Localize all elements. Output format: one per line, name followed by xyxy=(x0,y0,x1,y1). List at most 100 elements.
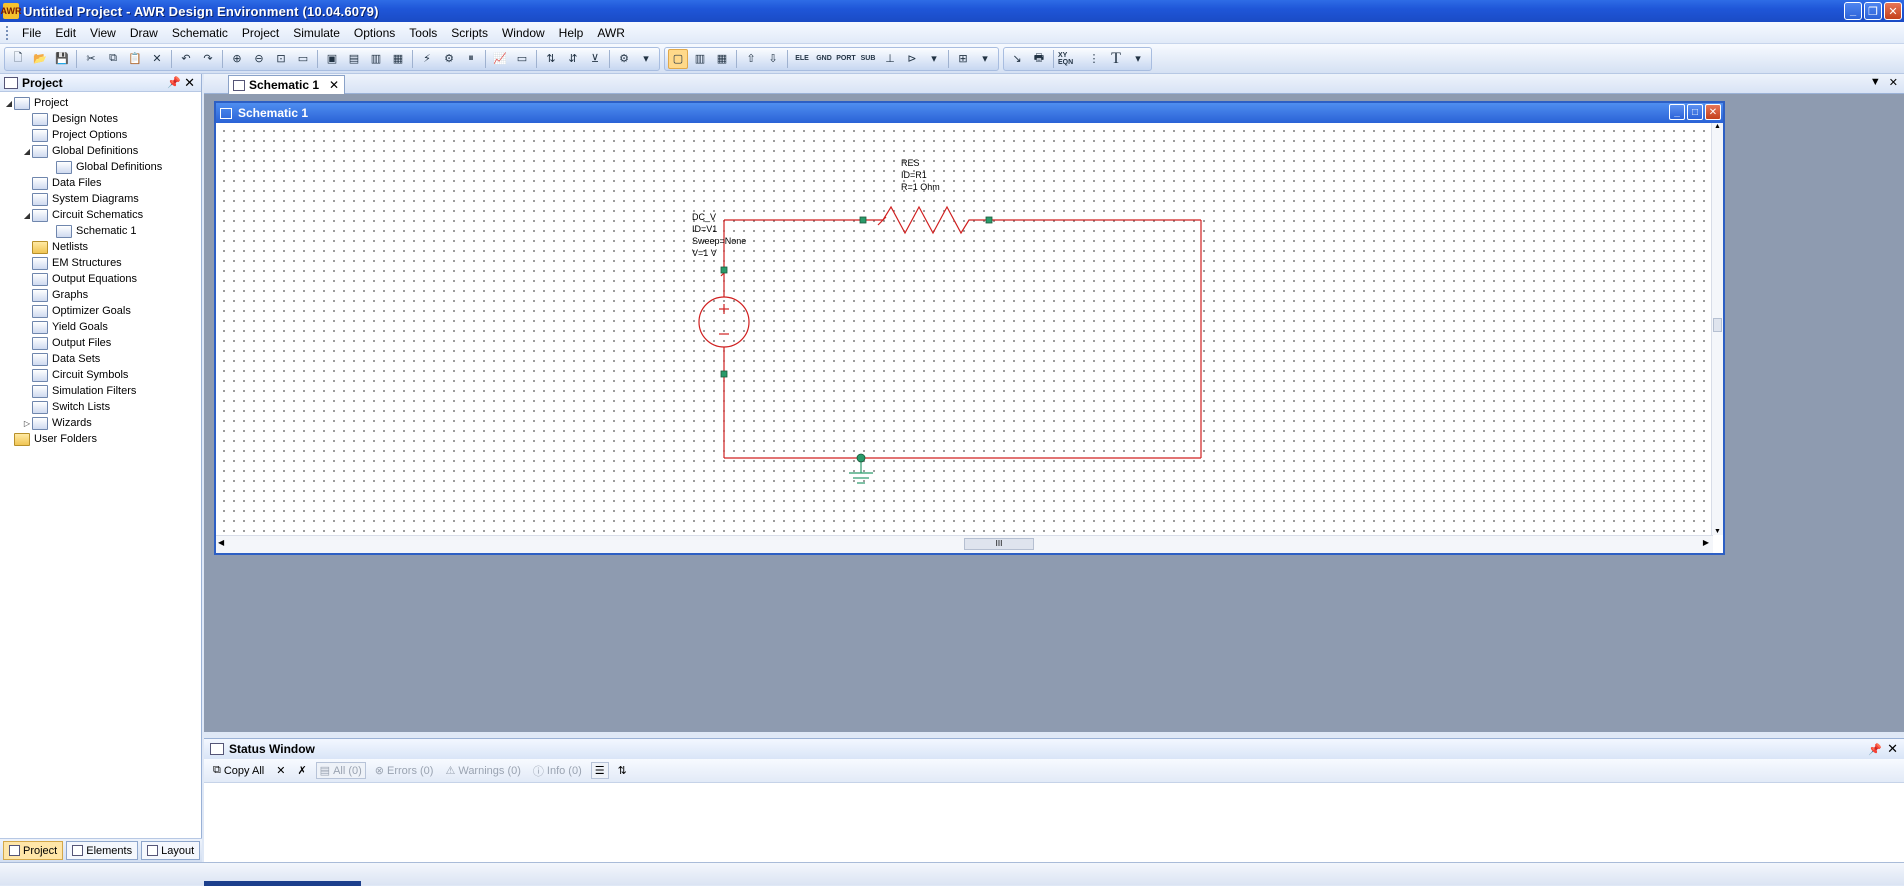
menu-options[interactable]: Options xyxy=(347,26,402,40)
tree-item-user-folders[interactable]: User Folders xyxy=(4,431,201,447)
minimize-button[interactable]: _ xyxy=(1844,2,1862,20)
subcircuit-icon[interactable]: SUB xyxy=(858,49,878,69)
filter-warnings-button[interactable]: ⚠ Warnings (0) xyxy=(442,763,523,778)
tree-item-output-files[interactable]: Output Files xyxy=(4,335,201,351)
scroll-thumb[interactable] xyxy=(1713,318,1722,332)
library-icon[interactable]: ⊞ xyxy=(953,49,973,69)
expand-icon[interactable]: ▷ xyxy=(22,419,32,428)
port-icon[interactable]: PORT xyxy=(836,49,856,69)
add-graph-icon[interactable]: ▦ xyxy=(388,49,408,69)
pin-icon[interactable]: 📌 xyxy=(167,76,181,89)
scroll-up-icon[interactable]: ▲ xyxy=(1712,123,1723,130)
resistor-label[interactable]: RES ID=R1 R=1 Ohm xyxy=(901,157,940,193)
delete-icon[interactable]: ✕ xyxy=(147,49,167,69)
resistor-r1[interactable] xyxy=(863,205,989,235)
close-icon[interactable]: ✕ xyxy=(1887,741,1898,757)
source-label[interactable]: DC_V ID=V1 Sweep=None V=1 V xyxy=(692,211,746,259)
window-tile-icon[interactable]: ▥ xyxy=(690,49,710,69)
maximize-button[interactable]: □ xyxy=(1687,104,1703,120)
tab-project[interactable]: Project xyxy=(3,841,64,860)
redo-icon[interactable]: ↷ xyxy=(198,49,218,69)
clear-all-button[interactable]: ✗ xyxy=(294,763,309,778)
menu-draw[interactable]: Draw xyxy=(123,26,165,40)
zoom-in-icon[interactable]: ⊕ xyxy=(227,49,247,69)
pin-icon[interactable]: 📌 xyxy=(1868,743,1882,756)
wire-tool-icon[interactable]: ↘ xyxy=(1007,49,1027,69)
tree-item-global-definitions[interactable]: ◢ Global Definitions xyxy=(4,143,201,159)
tab-list-dropdown-icon[interactable]: ▼ xyxy=(1870,76,1881,89)
add-system-icon[interactable]: ▤ xyxy=(344,49,364,69)
optimize-icon[interactable]: ⇵ xyxy=(563,49,583,69)
equation-icon[interactable]: XY EQN xyxy=(1058,49,1082,69)
tree-item-netlists[interactable]: Netlists xyxy=(4,239,201,255)
horizontal-scrollbar[interactable]: ◀ III ▶ xyxy=(216,535,1713,553)
menu-simulate[interactable]: Simulate xyxy=(286,26,347,40)
ground-icon[interactable]: GND xyxy=(814,49,834,69)
move-up-icon[interactable]: ⇧ xyxy=(741,49,761,69)
tab-layout[interactable]: Layout xyxy=(141,841,201,860)
yield-icon[interactable]: ⊻ xyxy=(585,49,605,69)
toolbar-overflow-icon[interactable]: ▾ xyxy=(636,49,656,69)
select-tool-icon[interactable]: ▢ xyxy=(668,48,688,69)
tab-elements[interactable]: Elements xyxy=(66,841,139,860)
ground-node[interactable] xyxy=(856,453,866,463)
zoom-fit-icon[interactable]: ⊡ xyxy=(271,49,291,69)
clear-button[interactable]: ✕ xyxy=(273,763,288,778)
open-folder-icon[interactable]: 📂 xyxy=(30,49,50,69)
source-pin-2[interactable] xyxy=(720,370,728,378)
copy-icon[interactable]: ⧉ xyxy=(103,49,123,69)
tune-icon[interactable]: ⚙ xyxy=(439,49,459,69)
tune-tool-icon[interactable]: ⇅ xyxy=(541,49,561,69)
shape-dropdown-icon[interactable]: ▾ xyxy=(924,49,944,69)
analyze-icon[interactable]: ⚡ xyxy=(417,49,437,69)
tab-schematic-1[interactable]: Schematic 1 ✕ xyxy=(228,75,346,94)
collapse-icon[interactable]: ◢ xyxy=(22,211,32,220)
tree-item-project-options[interactable]: Project Options xyxy=(4,127,201,143)
minimize-button[interactable]: _ xyxy=(1669,104,1685,120)
tree-item-design-notes[interactable]: Design Notes xyxy=(4,111,201,127)
undo-icon[interactable]: ↶ xyxy=(176,49,196,69)
close-icon[interactable]: ✕ xyxy=(184,75,195,91)
menu-view[interactable]: View xyxy=(83,26,123,40)
filter-all-button[interactable]: ▤ All (0) xyxy=(315,762,366,779)
filter-errors-button[interactable]: ⊗ Errors (0) xyxy=(372,763,437,778)
tree-item-circuit-schematics[interactable]: ◢ Circuit Schematics xyxy=(4,207,201,223)
tree-item-em-structures[interactable]: EM Structures xyxy=(4,255,201,271)
tree-item-project[interactable]: ◢ Project xyxy=(4,95,201,111)
tree-item-data-files[interactable]: Data Files xyxy=(4,175,201,191)
menu-schematic[interactable]: Schematic xyxy=(165,26,235,40)
stop-icon[interactable]: ⏸ xyxy=(461,49,481,69)
text-tool-icon[interactable]: T xyxy=(1106,49,1126,69)
element-icon[interactable]: ELE xyxy=(792,49,812,69)
vector-icon[interactable]: ▭ xyxy=(512,49,532,69)
toolbar-options-icon[interactable]: ⚙ xyxy=(614,49,634,69)
close-document-icon[interactable]: ✕ xyxy=(1889,76,1898,89)
tree-item-optimizer-goals[interactable]: Optimizer Goals xyxy=(4,303,201,319)
collapse-icon[interactable]: ◢ xyxy=(4,99,14,108)
restore-button[interactable]: ❐ xyxy=(1864,2,1882,20)
filter-info-button[interactable]: ⓘ Info (0) xyxy=(530,762,585,780)
menu-scripts[interactable]: Scripts xyxy=(444,26,495,40)
window-cascade-icon[interactable]: ▦ xyxy=(712,49,732,69)
menu-project[interactable]: Project xyxy=(235,26,286,40)
tree-item-circuit-symbols[interactable]: Circuit Symbols xyxy=(4,367,201,383)
tree-item-graphs[interactable]: Graphs xyxy=(4,287,201,303)
cut-icon[interactable]: ✂ xyxy=(81,49,101,69)
vertical-scrollbar[interactable]: ▲ ▼ xyxy=(1711,123,1723,535)
copy-all-button[interactable]: ⧉ Copy All xyxy=(210,763,267,778)
tree-item-schematic-1[interactable]: Schematic 1 xyxy=(4,223,201,239)
menu-file[interactable]: File xyxy=(15,26,48,40)
view-area-icon[interactable]: ▭ xyxy=(293,49,313,69)
menu-window[interactable]: Window xyxy=(495,26,552,40)
awr-app-icon[interactable]: AWR xyxy=(1,3,22,19)
resistor-pin-1[interactable] xyxy=(859,216,867,224)
scroll-thumb[interactable]: III xyxy=(964,538,1034,550)
tree-item-system-diagrams[interactable]: System Diagrams xyxy=(4,191,201,207)
shape-icon[interactable]: ⊳ xyxy=(902,49,922,69)
tree-item-simulation-filters[interactable]: Simulation Filters xyxy=(4,383,201,399)
menu-tools[interactable]: Tools xyxy=(402,26,444,40)
tree-item-yield-goals[interactable]: Yield Goals xyxy=(4,319,201,335)
close-tab-icon[interactable]: ✕ xyxy=(329,78,339,92)
tree-item-data-sets[interactable]: Data Sets xyxy=(4,351,201,367)
move-down-icon[interactable]: ⇩ xyxy=(763,49,783,69)
